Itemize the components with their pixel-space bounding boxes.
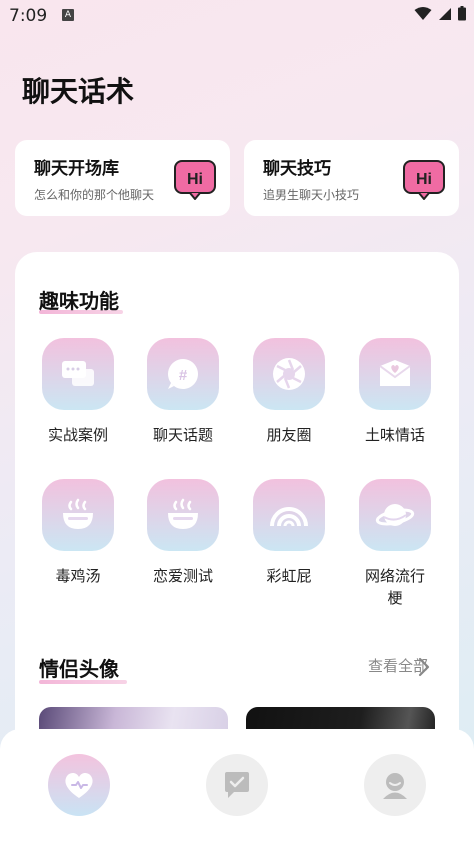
svg-text:Hi: Hi bbox=[416, 171, 432, 188]
card-title: 聊天开场库 bbox=[34, 159, 119, 179]
page-title: 聊天话术 bbox=[22, 75, 135, 108]
planet-icon bbox=[359, 479, 431, 551]
avatars-title: 情侣头像 bbox=[39, 657, 119, 681]
notification-badge: A bbox=[62, 9, 74, 21]
svg-text:Hi: Hi bbox=[187, 171, 203, 188]
signal-icon bbox=[439, 7, 451, 20]
card-title: 聊天技巧 bbox=[263, 159, 331, 179]
hashtag-icon: # bbox=[147, 338, 219, 410]
feature-label: 聊天话题 bbox=[152, 426, 213, 444]
feature-toxic-soup[interactable]: 毒鸡汤 bbox=[30, 479, 126, 587]
soup-bowl-icon bbox=[147, 479, 219, 551]
hi-badge-icon: Hi bbox=[403, 160, 445, 200]
feature-label: 网络流行梗 bbox=[364, 567, 425, 607]
feature-label: 彩虹屁 bbox=[266, 567, 312, 585]
heart-icon bbox=[65, 772, 93, 798]
tab-profile[interactable] bbox=[364, 754, 426, 816]
profile-icon bbox=[383, 773, 407, 799]
tab-messages[interactable] bbox=[206, 754, 268, 816]
status-bar: 7:09 A bbox=[0, 0, 474, 32]
chat-bubbles-icon bbox=[42, 338, 114, 410]
chat-tips-card[interactable]: 聊天技巧 追男生聊天小技巧 Hi bbox=[244, 140, 459, 216]
status-icons bbox=[414, 6, 466, 21]
feature-label: 恋爱测试 bbox=[152, 567, 213, 585]
hi-badge-icon: Hi bbox=[174, 160, 216, 200]
feature-real-cases[interactable]: 实战案例 bbox=[30, 338, 126, 446]
feature-label: 土味情话 bbox=[364, 426, 425, 444]
aperture-icon bbox=[253, 338, 325, 410]
tab-chat-skills[interactable] bbox=[48, 754, 110, 816]
feature-label: 实战案例 bbox=[47, 426, 108, 444]
feature-cheesy-lines[interactable]: 土味情话 bbox=[347, 338, 443, 446]
chat-check-icon bbox=[225, 772, 249, 798]
feature-label: 朋友圈 bbox=[266, 426, 312, 444]
wifi-icon bbox=[414, 6, 432, 20]
battery-icon bbox=[458, 6, 466, 21]
features-title: 趣味功能 bbox=[39, 289, 119, 313]
status-time: 7:09 bbox=[9, 6, 48, 26]
card-subtitle: 怎么和你的那个他聊天 bbox=[34, 188, 155, 202]
feature-moments[interactable]: 朋友圈 bbox=[241, 338, 337, 446]
love-letter-icon bbox=[359, 338, 431, 410]
bottom-tab-bar bbox=[0, 729, 474, 842]
chevron-right-icon[interactable] bbox=[418, 657, 430, 677]
soup-bowl-icon bbox=[42, 479, 114, 551]
card-subtitle: 追男生聊天小技巧 bbox=[263, 188, 360, 202]
feature-label: 毒鸡汤 bbox=[55, 567, 101, 585]
feature-internet-memes[interactable]: 网络流行梗 bbox=[347, 479, 443, 609]
rainbow-icon bbox=[253, 479, 325, 551]
feature-flattery[interactable]: 彩虹屁 bbox=[241, 479, 337, 587]
opening-lines-card[interactable]: 聊天开场库 怎么和你的那个他聊天 Hi bbox=[15, 140, 230, 216]
feature-love-test[interactable]: 恋爱测试 bbox=[135, 479, 231, 587]
feature-chat-topics[interactable]: # 聊天话题 bbox=[135, 338, 231, 446]
svg-text:#: # bbox=[179, 367, 188, 384]
